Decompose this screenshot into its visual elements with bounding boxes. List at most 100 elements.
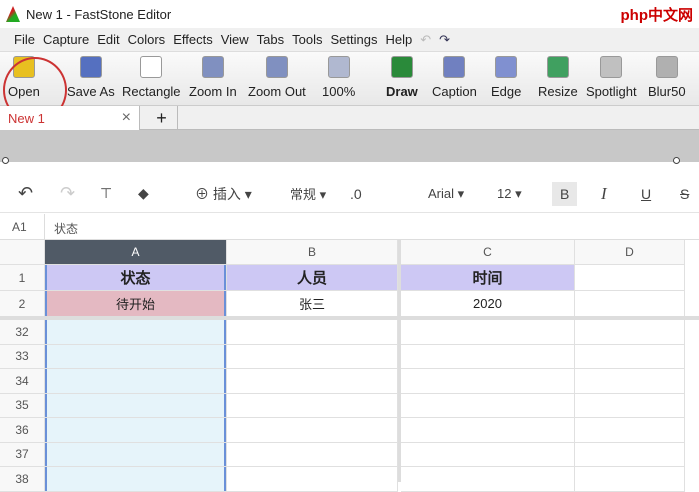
toolbar-spotlight-button[interactable]: Spotlight — [586, 56, 637, 99]
menu-view[interactable]: View — [221, 32, 249, 47]
decimal-button[interactable]: .0 — [350, 186, 362, 202]
row-header[interactable]: 2 — [0, 291, 45, 317]
resize-handle[interactable] — [2, 157, 9, 164]
table-cell[interactable] — [401, 369, 575, 394]
add-tab-button[interactable]: + — [146, 106, 178, 130]
toolbar-zoom-out-button[interactable]: Zoom Out — [248, 56, 306, 99]
number-format-select[interactable]: 常规 ▾ — [290, 184, 326, 203]
menu-capture[interactable]: Capture — [43, 32, 89, 47]
row-header[interactable]: 34 — [0, 369, 45, 394]
table-cell[interactable] — [401, 344, 575, 369]
italic-button[interactable]: I — [601, 184, 607, 204]
tab-new-1[interactable]: New 1 × — [0, 106, 140, 130]
underline-button[interactable]: U — [641, 186, 651, 202]
table-cell[interactable] — [45, 418, 227, 443]
table-cell[interactable] — [227, 393, 398, 418]
table-cell[interactable] — [575, 320, 685, 345]
table-cell[interactable] — [45, 369, 227, 394]
table-cell[interactable]: 状态 — [45, 265, 227, 291]
menu-colors[interactable]: Colors — [128, 32, 166, 47]
toolbar-100--button[interactable]: 100% — [322, 56, 355, 99]
formula-input[interactable]: 状态 — [54, 220, 78, 237]
row-header[interactable]: 35 — [0, 393, 45, 418]
table-cell[interactable] — [575, 442, 685, 467]
table-cell[interactable] — [575, 291, 685, 317]
toolbar-label: Blur50 — [648, 84, 686, 99]
toolbar-rectangle-button[interactable]: Rectangle — [122, 56, 181, 99]
toolbar-draw-button[interactable]: Draw — [386, 56, 418, 99]
table-cell[interactable] — [45, 467, 227, 492]
close-tab-icon[interactable]: × — [122, 109, 131, 127]
toolbar-edge-button[interactable]: Edge — [491, 56, 521, 99]
table-cell[interactable] — [227, 344, 398, 369]
row-header[interactable]: 32 — [0, 320, 45, 345]
column-header-b[interactable]: B — [227, 240, 398, 265]
table-cell[interactable]: 张三 — [227, 291, 398, 317]
table-cell[interactable] — [575, 369, 685, 394]
table-cell[interactable]: 待开始 — [45, 291, 227, 317]
table-cell[interactable]: 人员 — [227, 265, 398, 291]
toolbar-label: Spotlight — [586, 84, 637, 99]
table-cell[interactable] — [401, 393, 575, 418]
toolbar-caption-button[interactable]: Caption — [432, 56, 477, 99]
menu-file[interactable]: File — [14, 32, 35, 47]
table-cell[interactable] — [575, 265, 685, 291]
menu-tools[interactable]: Tools — [292, 32, 322, 47]
font-select[interactable]: Arial ▾ — [428, 186, 464, 202]
redo-icon[interactable]: ↷ — [60, 183, 75, 204]
select-all-corner[interactable] — [0, 240, 45, 265]
title-bar: New 1 - FastStone Editor — [0, 0, 699, 28]
spotlight-icon — [600, 56, 623, 78]
undo-icon[interactable]: ↶ — [18, 183, 33, 204]
row-header[interactable]: 33 — [0, 344, 45, 369]
column-header-a[interactable]: A — [45, 240, 227, 265]
strike-button[interactable]: S — [680, 186, 689, 202]
table-cell[interactable] — [575, 344, 685, 369]
table-cell[interactable] — [401, 320, 575, 345]
toolbar-save-as-button[interactable]: Save As — [67, 56, 115, 99]
table-cell[interactable] — [401, 467, 575, 492]
table-cell[interactable] — [575, 467, 685, 492]
cell-reference[interactable]: A1 — [12, 220, 27, 234]
row-header[interactable]: 38 — [0, 467, 45, 492]
menu-settings[interactable]: Settings — [330, 32, 377, 47]
redo-icon[interactable]: ↷ — [439, 32, 450, 48]
table-cell[interactable] — [227, 369, 398, 394]
menu-bar: File Capture Edit Colors Effects View Ta… — [0, 28, 699, 52]
menu-help[interactable]: Help — [385, 32, 412, 47]
table-cell[interactable] — [227, 418, 398, 443]
toolbar-blur50-button[interactable]: Blur50 — [648, 56, 686, 99]
row-header[interactable]: 36 — [0, 418, 45, 443]
menu-edit[interactable]: Edit — [97, 32, 119, 47]
row-header[interactable]: 1 — [0, 265, 45, 291]
table-cell[interactable] — [45, 442, 227, 467]
table-cell[interactable] — [227, 467, 398, 492]
table-cell[interactable] — [45, 344, 227, 369]
table-cell[interactable] — [401, 442, 575, 467]
undo-icon[interactable]: ↶ — [420, 32, 431, 48]
table-cell[interactable] — [575, 418, 685, 443]
menu-effects[interactable]: Effects — [173, 32, 213, 47]
column-header-c[interactable]: C — [401, 240, 575, 265]
table-cell[interactable] — [45, 320, 227, 345]
table-cell[interactable] — [45, 393, 227, 418]
table-cell[interactable]: 2020 — [401, 291, 575, 317]
table-cell[interactable] — [401, 418, 575, 443]
resize-handle[interactable] — [673, 157, 680, 164]
toolbar-zoom-in-button[interactable]: Zoom In — [189, 56, 237, 99]
table-cell[interactable]: 时间 — [401, 265, 575, 291]
table-cell[interactable] — [575, 393, 685, 418]
table-cell[interactable] — [227, 442, 398, 467]
format-painter-icon[interactable]: ⊤ — [100, 185, 112, 202]
toolbar-label: Caption — [432, 84, 477, 99]
table-cell[interactable] — [227, 320, 398, 345]
font-size-select[interactable]: 12 ▾ — [497, 186, 522, 202]
toolbar-resize-button[interactable]: Resize — [538, 56, 578, 99]
insert-button[interactable]: ⊕ 插入 ▾ — [195, 184, 252, 204]
menu-tabs[interactable]: Tabs — [257, 32, 284, 47]
bold-button[interactable]: B — [552, 181, 578, 206]
column-header-d[interactable]: D — [575, 240, 685, 265]
eraser-icon[interactable]: ◆ — [138, 185, 149, 202]
tab-label: New 1 — [8, 110, 45, 126]
row-header[interactable]: 37 — [0, 442, 45, 467]
